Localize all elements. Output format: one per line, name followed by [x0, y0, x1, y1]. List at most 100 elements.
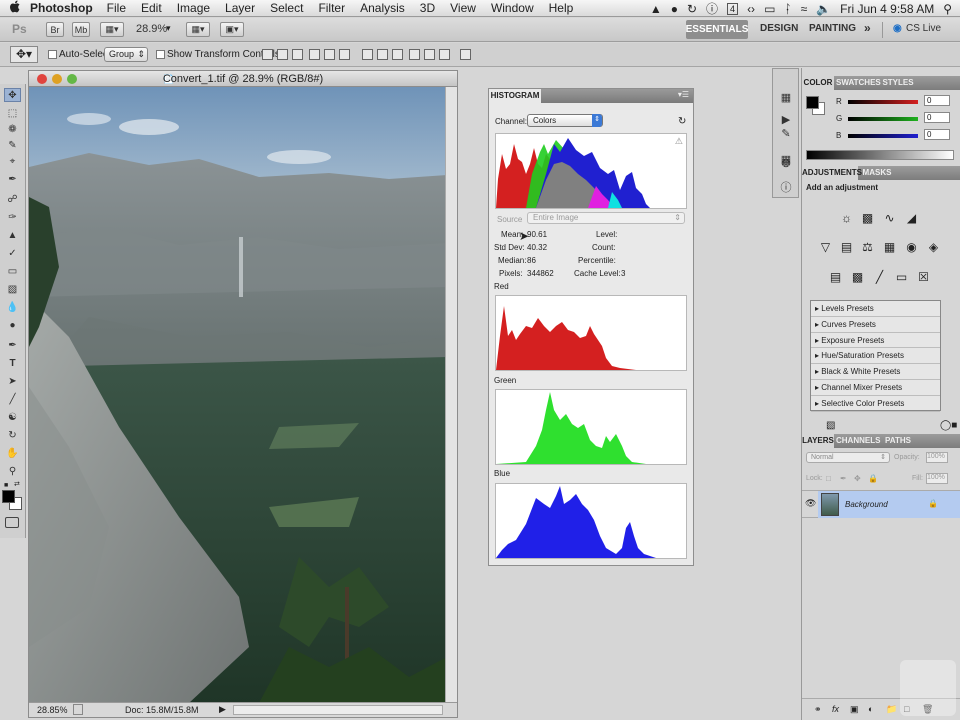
status-menu-arrow-icon[interactable]: ▶ [219, 704, 226, 715]
zoom-level[interactable]: 28.9% [136, 23, 167, 35]
lock-transparent-icon[interactable]: □ [826, 474, 831, 483]
auto-select-target-select[interactable]: Group ⇕ [104, 47, 148, 62]
spotlight-icon[interactable]: ⚲ [943, 2, 952, 16]
layer-name[interactable]: Background [845, 500, 888, 509]
quick-mask-icon[interactable] [5, 517, 19, 528]
lasso-tool-icon[interactable]: ❁ [4, 122, 21, 136]
add-mask-icon[interactable]: ▣ [850, 704, 859, 715]
red-slider[interactable] [848, 100, 918, 104]
align-vcenter-icon[interactable] [277, 49, 288, 60]
hue-saturation-icon[interactable]: ▤ [839, 240, 854, 255]
preset-curves[interactable]: ▸ Curves Presets [811, 317, 940, 333]
wifi-icon[interactable]: ≈ [801, 2, 808, 16]
menu-window[interactable]: Window [491, 1, 534, 15]
volume-icon[interactable]: 🔈 [816, 2, 831, 16]
shape-tool-icon[interactable]: ╱ [4, 392, 21, 406]
visibility-toggle-icon[interactable]: ◯■ [940, 420, 957, 431]
pen-tool-icon[interactable]: ✒ [4, 338, 21, 352]
extras-button[interactable]: ▦▾ [100, 22, 124, 37]
preset-black-white[interactable]: ▸ Black & White Presets [811, 364, 940, 380]
menu-3d[interactable]: 3D [420, 1, 435, 15]
clip-to-layer-icon[interactable]: ▧ [826, 420, 835, 431]
preset-channel-mixer[interactable]: ▸ Channel Mixer Presets [811, 380, 940, 396]
menu-layer[interactable]: Layer [225, 1, 255, 15]
back-forward-icon[interactable]: ‹› [747, 2, 755, 16]
blue-value-field[interactable]: 0 [924, 129, 950, 140]
menu-filter[interactable]: Filter [318, 1, 345, 15]
app-menu[interactable]: Photoshop [30, 1, 93, 15]
sync-icon[interactable]: ↻ [687, 2, 697, 16]
gradient-map-icon[interactable]: ▭ [894, 270, 909, 285]
zoom-field[interactable]: 28.85% [37, 705, 68, 715]
mini-bridge-button[interactable]: Mb [72, 22, 90, 37]
warning-icon[interactable]: ⚠ [675, 136, 683, 147]
workspace-design[interactable]: DESIGN [760, 23, 798, 34]
menu-select[interactable]: Select [270, 1, 303, 15]
lock-all-icon[interactable]: 🔒 [868, 474, 878, 483]
3d-rotate-tool-icon[interactable]: ☯ [4, 410, 21, 424]
marquee-tool-icon[interactable]: ⬚ [4, 106, 21, 120]
menu-image[interactable]: Image [177, 1, 210, 15]
lock-image-icon[interactable]: ✒ [840, 474, 847, 483]
distribute-right-icon[interactable] [439, 49, 450, 60]
cs-live-icon[interactable]: ◉ [893, 23, 902, 34]
green-value-field[interactable]: 0 [924, 112, 950, 123]
history-brush-icon[interactable]: ✓ [4, 246, 21, 260]
distribute-hcenter-icon[interactable] [424, 49, 435, 60]
channel-select[interactable]: Colors ⇕ [527, 114, 603, 127]
menu-file[interactable]: File [107, 1, 126, 15]
channel-mixer-icon[interactable]: ◈ [926, 240, 941, 255]
align-top-icon[interactable] [262, 49, 273, 60]
invert-icon[interactable]: ▤ [828, 270, 843, 285]
levels-icon[interactable]: ▩ [860, 211, 875, 226]
menu-view[interactable]: View [450, 1, 476, 15]
tab-histogram[interactable]: HISTOGRAM [489, 89, 541, 103]
share-icon[interactable] [73, 704, 83, 715]
history-panel-icon[interactable]: ▦ [779, 91, 793, 104]
curves-icon[interactable]: ∿ [882, 211, 897, 226]
new-group-icon[interactable]: 📁 [886, 704, 897, 715]
stop-icon[interactable]: ● [671, 2, 678, 16]
distribute-bottom-icon[interactable] [392, 49, 403, 60]
cs-live-button[interactable]: CS Live [906, 23, 941, 34]
selective-color-icon[interactable]: ☒ [916, 270, 931, 285]
eraser-tool-icon[interactable]: ▭ [4, 264, 21, 278]
type-tool-icon[interactable]: T [4, 356, 21, 370]
preset-levels[interactable]: ▸ Levels Presets [811, 301, 940, 317]
transform-controls-checkbox[interactable] [156, 50, 165, 59]
exposure-icon[interactable]: ◢ [904, 211, 919, 226]
zoom-tool-icon[interactable]: ⚲ [4, 464, 21, 478]
brightness-contrast-icon[interactable]: ☼ [839, 211, 854, 226]
layer-row[interactable]: 👁 Background 🔒 [802, 490, 960, 518]
panel-menu-icon[interactable]: ▾☰ [678, 90, 689, 99]
screen-mode-button[interactable]: ▣▾ [220, 22, 244, 37]
tab-paths[interactable]: PATHS [882, 434, 914, 448]
vibrance-icon[interactable]: ▽ [818, 240, 833, 255]
menu-analysis[interactable]: Analysis [360, 1, 405, 15]
distribute-top-icon[interactable] [362, 49, 373, 60]
move-tool-preset-icon[interactable]: ✥▾ [10, 46, 38, 63]
quick-select-tool-icon[interactable]: ✎ [4, 138, 21, 152]
preset-selective-color[interactable]: ▸ Selective Color Presets [811, 396, 940, 412]
info-panel-icon[interactable]: ⓘ [779, 179, 793, 195]
default-colors-icon[interactable]: ■ [4, 482, 8, 489]
photo-filter-icon[interactable]: ◉ [904, 240, 919, 255]
bell-icon[interactable]: ▲ [650, 2, 662, 16]
tab-swatches[interactable]: SWATCHES [836, 76, 881, 90]
color-ramp[interactable] [806, 150, 954, 160]
workspace-essentials[interactable]: ESSENTIALS [686, 20, 748, 39]
bridge-button[interactable]: Br [46, 22, 64, 37]
opacity-field[interactable]: 100% [926, 452, 948, 463]
display-icon[interactable]: ▭ [764, 2, 775, 16]
chevron-down-icon[interactable]: ▾ [166, 23, 171, 34]
tab-channels[interactable]: CHANNELS [836, 434, 880, 448]
badge-icon[interactable]: 4 [727, 2, 739, 15]
bluetooth-icon[interactable]: ᛛ [784, 2, 791, 16]
clock[interactable]: Fri Jun 4 9:58 AM [840, 2, 934, 16]
blue-slider[interactable] [848, 134, 918, 138]
color-foreground-swatch[interactable] [806, 96, 819, 109]
swap-colors-icon[interactable]: ⇄ [14, 480, 20, 488]
crop-tool-icon[interactable]: ⌖ [4, 154, 21, 168]
new-adjustment-icon[interactable]: ◐ [868, 704, 873, 714]
healing-brush-icon[interactable]: ☍ [4, 192, 21, 206]
